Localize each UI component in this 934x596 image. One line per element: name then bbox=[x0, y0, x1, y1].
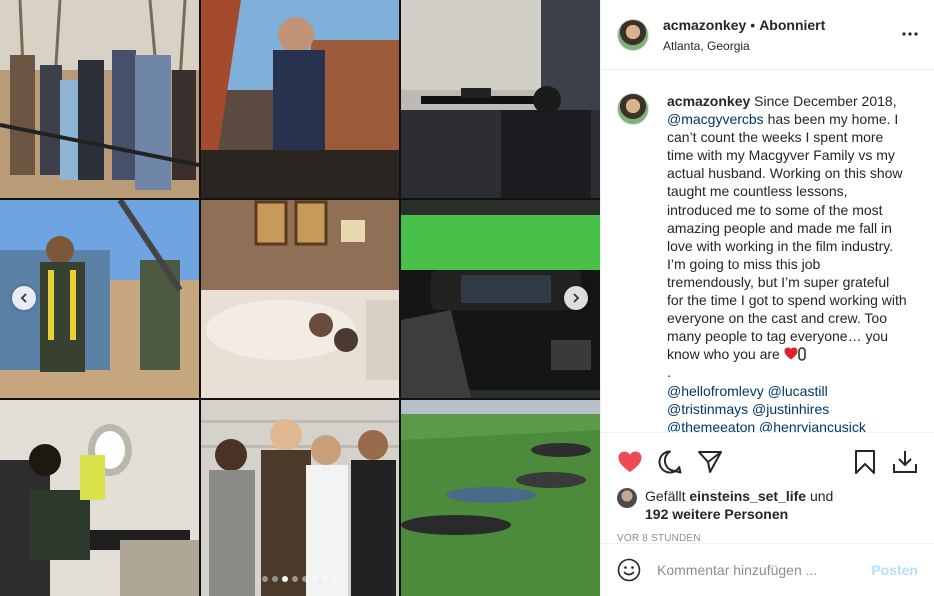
clapper-emoji-icon bbox=[797, 347, 806, 362]
photo-sniper-rifle bbox=[401, 0, 600, 198]
comment-icon[interactable] bbox=[657, 449, 683, 475]
post-actions: Gefällt einsteins_set_life und 192 weite… bbox=[601, 432, 934, 544]
photo-football-field bbox=[401, 400, 600, 596]
avatar[interactable] bbox=[617, 93, 649, 125]
comments-section[interactable]: acmazonkey Since December 2018, @macgyve… bbox=[601, 70, 934, 432]
caption-row: acmazonkey Since December 2018, @macgyve… bbox=[617, 92, 918, 432]
likes-count-link[interactable]: 192 weitere Personen bbox=[645, 506, 788, 522]
caption-text: has been my home. I can’t count the week… bbox=[667, 111, 907, 363]
caption-tag[interactable]: @hellofromlevy bbox=[667, 383, 764, 399]
post-caption: acmazonkey Since December 2018, @macgyve… bbox=[667, 92, 907, 432]
caption-mention[interactable]: @macgyvercbs bbox=[667, 111, 764, 127]
post-side-panel: acmazonkey • Abonniert Atlanta, Georgia ac… bbox=[600, 0, 934, 596]
comment-composer: Posten bbox=[601, 543, 934, 596]
post-comment-button[interactable]: Posten bbox=[871, 562, 918, 578]
more-icon[interactable] bbox=[902, 26, 918, 42]
carousel-dot bbox=[322, 576, 328, 582]
photo-helicopter-cockpit bbox=[201, 0, 399, 198]
photo-bedroom-scene bbox=[201, 200, 399, 398]
carousel-dot bbox=[282, 576, 288, 582]
carousel-dot bbox=[312, 576, 318, 582]
caption-username[interactable]: acmazonkey bbox=[667, 93, 750, 109]
likes-summary: Gefällt einsteins_set_life und 192 weite… bbox=[617, 487, 918, 523]
liker-avatar[interactable] bbox=[617, 488, 637, 508]
post-location[interactable]: Atlanta, Georgia bbox=[663, 39, 825, 53]
emoji-icon[interactable] bbox=[617, 558, 641, 582]
caption-tag[interactable]: @tristinmays bbox=[667, 401, 748, 417]
carousel-dot bbox=[332, 576, 338, 582]
post-media[interactable] bbox=[0, 0, 600, 596]
caption-tag[interactable]: @henryiancusick bbox=[759, 419, 866, 432]
carousel-prev-button[interactable] bbox=[12, 286, 36, 310]
avatar[interactable] bbox=[617, 18, 649, 51]
caption-tag[interactable]: @themeeaton bbox=[667, 419, 755, 432]
carousel-dot bbox=[272, 576, 278, 582]
carousel-indicator bbox=[0, 576, 600, 582]
bookmark-icon[interactable] bbox=[852, 449, 878, 475]
caption-text: Since December 2018, bbox=[750, 93, 897, 109]
likes-and: und bbox=[806, 488, 834, 504]
likes-prefix: Gefällt bbox=[645, 488, 690, 504]
header-separator: • bbox=[750, 16, 756, 33]
chevron-left-icon bbox=[20, 293, 27, 303]
carousel-next-button[interactable] bbox=[564, 286, 588, 310]
red-heart-emoji-icon bbox=[784, 347, 798, 360]
caption-tag[interactable]: @lucastill bbox=[768, 383, 828, 399]
photo-film-crew-forest bbox=[0, 0, 199, 198]
carousel-dot bbox=[262, 576, 268, 582]
download-icon[interactable] bbox=[892, 449, 918, 475]
share-icon[interactable] bbox=[697, 449, 723, 475]
heart-filled-icon[interactable] bbox=[617, 449, 643, 475]
post-header: acmazonkey • Abonniert Atlanta, Georgia bbox=[601, 0, 934, 70]
photo-private-jet bbox=[0, 400, 199, 596]
caption-tag[interactable]: @justinhires bbox=[752, 401, 829, 417]
follow-status-button[interactable]: Abonniert bbox=[759, 17, 825, 33]
carousel-dot bbox=[292, 576, 298, 582]
photo-cast-group bbox=[201, 400, 399, 596]
carousel-dot bbox=[302, 576, 308, 582]
post-author-username[interactable]: acmazonkey bbox=[663, 17, 746, 33]
comment-input[interactable] bbox=[657, 562, 872, 578]
caption-dot: . bbox=[667, 364, 671, 381]
chevron-right-icon bbox=[573, 293, 580, 303]
liker-username[interactable]: einsteins_set_life bbox=[689, 488, 806, 504]
